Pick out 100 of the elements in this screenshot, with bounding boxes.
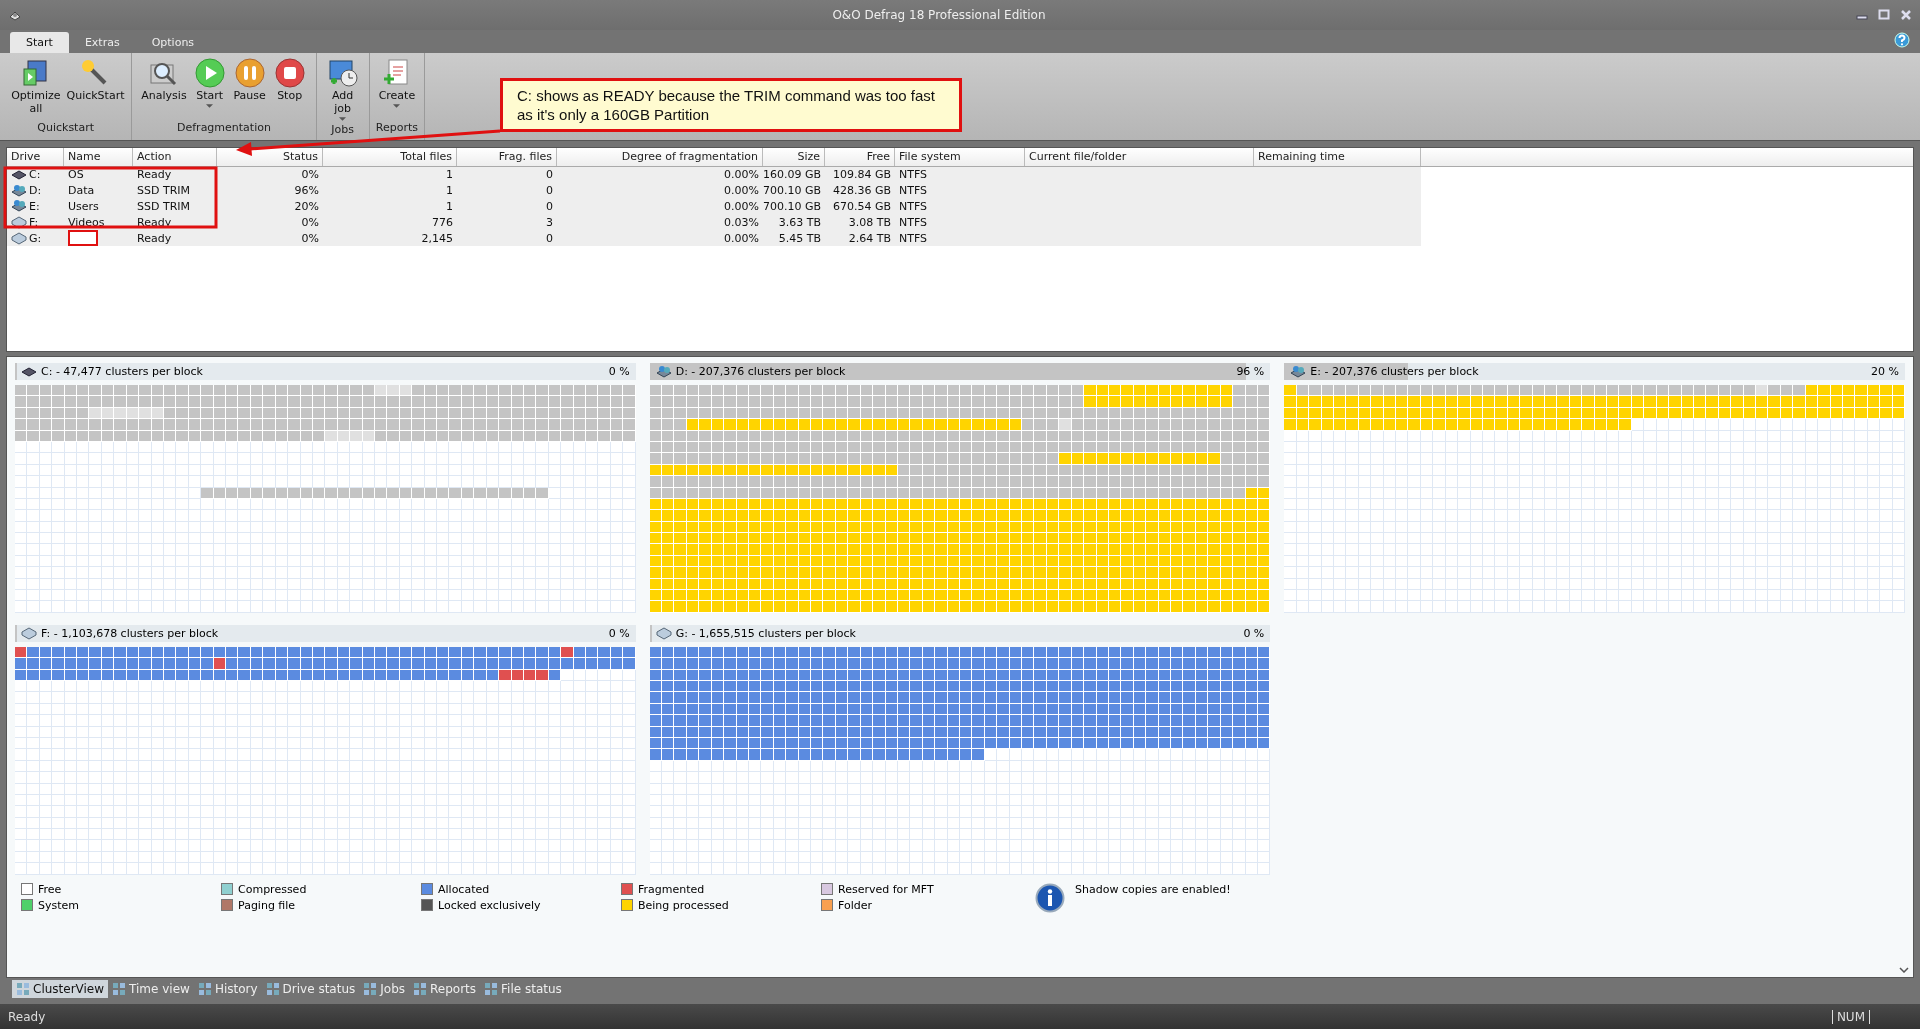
table-cell: 0.00% (724, 200, 759, 213)
table-cell: NTFS (899, 231, 928, 245)
table-cell: 0.00% (724, 184, 759, 198)
stop-icon (273, 57, 306, 89)
table-cell: 0 (546, 184, 553, 198)
drive-row[interactable]: G: Ready 0% 2,145 0 0.00% 5.45 TB 2.64 TB NTFS (7, 230, 1421, 246)
view-tab[interactable]: Jobs (359, 980, 410, 998)
group-label: Jobs (331, 123, 354, 138)
drive-icon (21, 626, 37, 641)
table-cell: 0% (301, 231, 319, 245)
table-cell: 776 (432, 215, 453, 229)
percent-label: 0 % (608, 365, 630, 378)
table-cell: NTFS (899, 200, 928, 213)
num-lock-indicator: NUM (1831, 1009, 1870, 1024)
drive-row[interactable]: C: OS Ready 0% 1 0 0.00% 160.09 GB 109.84 GB NTFS (7, 167, 1421, 183)
table-cell: Ready (137, 215, 172, 229)
panel-title: F: - 1,103,678 clusters per block (41, 626, 220, 640)
table-cell: Videos (68, 215, 105, 229)
column-header[interactable]: File system (895, 148, 1025, 166)
view-tab[interactable]: File status (480, 980, 566, 998)
percent-label: 0 % (608, 626, 630, 640)
column-header[interactable]: Current file/folder (1025, 148, 1254, 166)
table-cell: NTFS (899, 184, 928, 198)
table-cell: 1 (446, 168, 453, 182)
table-cell: 700.10 GB (762, 184, 821, 198)
ribbon-button[interactable]: QuickStart (65, 55, 126, 121)
column-header[interactable]: Total files (323, 148, 457, 166)
view-tab[interactable]: ClusterView (12, 980, 109, 998)
ribbon-button[interactable]: Stop (269, 55, 310, 121)
percent-label: 96 % (1236, 365, 1265, 378)
tab-icon (363, 982, 378, 996)
table-cell: 20% (294, 200, 319, 213)
ribbon-button[interactable]: Add job (322, 55, 363, 123)
table-cell: 0.00% (724, 231, 759, 245)
maximize-icon[interactable] (1878, 9, 1890, 21)
column-header[interactable]: Degree of fragmentation (557, 148, 763, 166)
percent-label: 20 % (1871, 365, 1899, 378)
view-tab[interactable]: History (193, 980, 262, 998)
table-cell: 0 (546, 168, 553, 182)
tab-icon (197, 982, 212, 996)
help-icon[interactable] (1894, 32, 1910, 48)
drive-row[interactable]: F: Videos Ready 0% 776 3 0.03% 3.63 TB 3.08 TB NTFS (7, 214, 1421, 231)
table-cell: 1 (446, 184, 453, 198)
column-header[interactable]: Size (763, 148, 825, 166)
drive-icon (655, 626, 672, 641)
table-cell: E: (29, 200, 40, 213)
table-cell: 160.09 GB (762, 168, 821, 182)
column-header[interactable]: Remaining time (1254, 148, 1421, 166)
column-header[interactable]: Name (64, 148, 133, 166)
legend-label: Allocated (438, 882, 490, 896)
panel-title: G: - 1,655,515 clusters per block (675, 626, 857, 640)
ribbon-button[interactable]: Start (189, 55, 230, 121)
table-cell: 2.64 TB (848, 231, 891, 245)
ribbon-button[interactable]: Create (375, 55, 419, 121)
ribbon-tab[interactable]: Options (135, 32, 211, 53)
table-cell: 0% (301, 215, 319, 229)
legend-label: Paging file (238, 898, 296, 912)
column-header[interactable]: Action (133, 148, 217, 166)
ribbon-tab[interactable]: Extras (68, 32, 136, 53)
view-tab[interactable]: Time view (108, 980, 194, 998)
table-cell: NTFS (899, 168, 928, 182)
ribbon-button[interactable]: Pause (229, 55, 270, 121)
clock-icon (326, 57, 359, 89)
percent-label: 0 % (1243, 626, 1265, 640)
table-cell: Data (68, 184, 95, 198)
column-header[interactable]: Frag. files (457, 148, 557, 166)
tab-icon (265, 982, 280, 996)
table-cell: 109.84 GB (832, 168, 891, 182)
ribbon-tab[interactable]: Start (10, 32, 69, 53)
column-header[interactable]: Drive (7, 148, 64, 166)
notice-text: Shadow copies are enabled! (1075, 882, 1231, 896)
table-cell: OS (68, 168, 84, 182)
group-label: Quickstart (37, 121, 94, 136)
table-cell: 3.63 TB (778, 215, 821, 229)
close-icon[interactable] (1900, 9, 1912, 21)
table-cell: 700.10 GB (762, 200, 821, 213)
chevron-down-icon[interactable] (1899, 967, 1909, 973)
view-tab[interactable]: Reports (409, 980, 481, 998)
table-cell: 5.45 TB (778, 231, 821, 245)
legend-label: System (38, 898, 80, 912)
ribbon-button[interactable]: Optimize all (6, 55, 66, 121)
legend-label: Being processed (638, 898, 729, 912)
table-cell: F: (29, 215, 39, 229)
ribbon-button[interactable]: Analysis (138, 55, 190, 121)
legend-label: Fragmented (638, 882, 705, 896)
table-cell: Users (68, 200, 99, 213)
table-cell: NTFS (899, 215, 928, 229)
legend-label: Folder (838, 898, 872, 912)
tab-icon (112, 982, 127, 996)
table-cell: 3 (546, 215, 553, 229)
annotation-callout: C: shows as READY because the TRIM command was too fast as it's only a 160GB Partition (500, 78, 962, 132)
table-cell: 0 (546, 200, 553, 213)
tab-icon (413, 982, 428, 996)
legend-label: Compressed (238, 882, 307, 896)
view-tab[interactable]: Drive status (261, 980, 360, 998)
table-cell: 1 (446, 200, 453, 213)
column-header[interactable]: Free (825, 148, 895, 166)
group-label: Defragmentation (177, 121, 271, 136)
table-cell: D: (29, 184, 42, 198)
table-cell: 2,145 (421, 231, 453, 245)
